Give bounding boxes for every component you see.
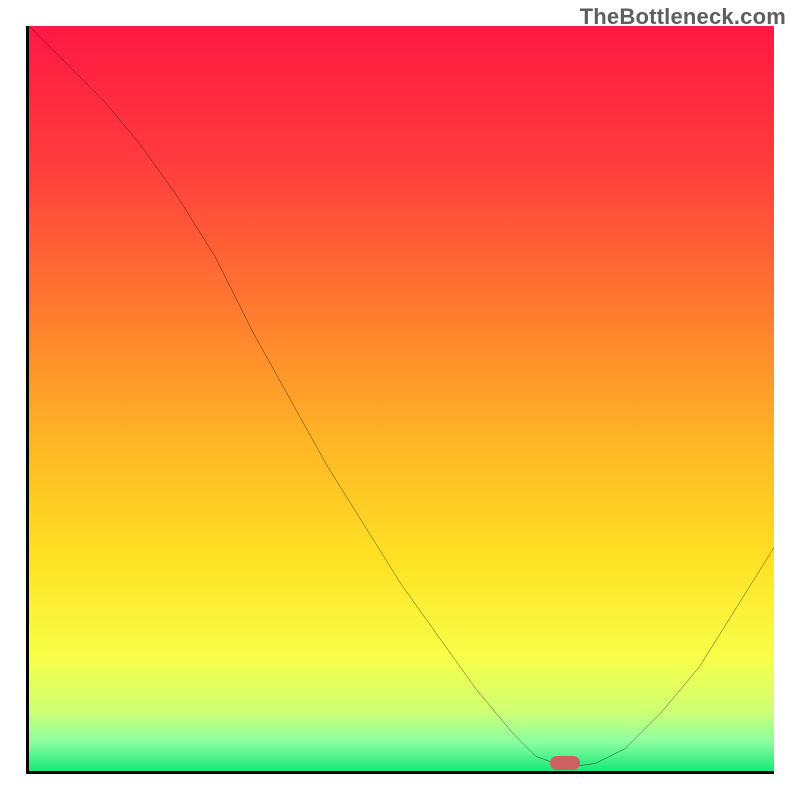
plot-area [26, 26, 774, 774]
optimal-marker [550, 756, 580, 770]
bottleneck-curve [29, 26, 774, 771]
chart-container: TheBottleneck.com [0, 0, 800, 800]
